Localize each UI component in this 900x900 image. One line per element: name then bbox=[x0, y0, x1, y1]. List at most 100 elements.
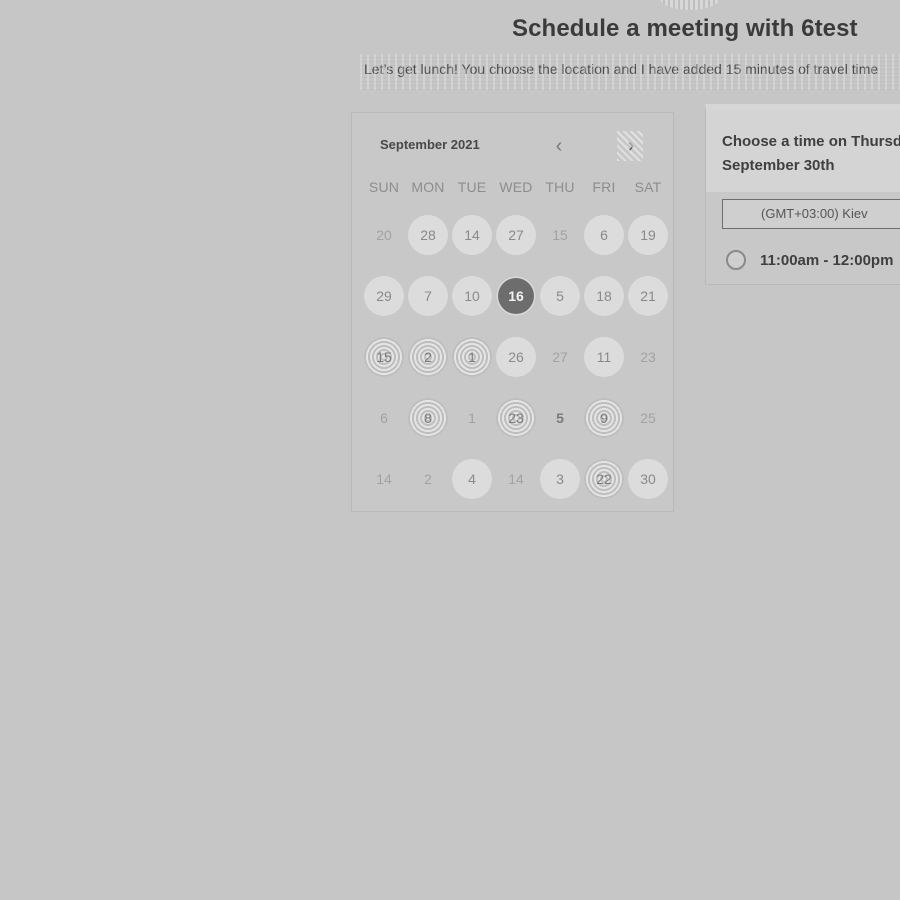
calendar-day-available[interactable]: 29 bbox=[362, 276, 406, 337]
calendar-day-number: 15 bbox=[552, 227, 568, 243]
calendar-day-available[interactable]: 19 bbox=[626, 215, 670, 276]
calendar-day-number[interactable]: 27 bbox=[496, 215, 536, 255]
time-panel-title: Choose a time on Thursday, September 30t… bbox=[722, 133, 900, 174]
calendar-week: 6 8 1 23 5 9 25 bbox=[362, 398, 672, 459]
calendar-week: 15 2 1 26 27 11 23 bbox=[362, 337, 672, 398]
timezone-select[interactable]: (GMT+03:00) Kiev bbox=[722, 199, 900, 229]
calendar-day: 23 bbox=[626, 337, 670, 398]
calendar-day-number[interactable]: 16 bbox=[496, 276, 536, 316]
calendar-day-number: 27 bbox=[552, 349, 568, 365]
weekday-label: WED bbox=[499, 179, 533, 195]
weekday-label: THU bbox=[545, 179, 575, 195]
calendar-day-number: 14 bbox=[376, 471, 392, 487]
calendar-day-available[interactable]: 4 bbox=[450, 459, 494, 520]
calendar-week: 20 28 14 27 15 6 19 bbox=[362, 215, 672, 276]
calendar-day-number[interactable]: 28 bbox=[408, 215, 448, 255]
calendar-day-number[interactable]: 1 bbox=[452, 337, 492, 377]
weekday-label: MON bbox=[411, 179, 445, 195]
calendar-day-number: 25 bbox=[640, 410, 656, 426]
calendar-day-grid: 20 28 14 27 15 6 19 29 7 10 16 5 18 21 1… bbox=[362, 215, 672, 520]
weekday-label: TUE bbox=[457, 179, 487, 195]
calendar-day-number: 20 bbox=[376, 227, 392, 243]
chevron-left-icon: ‹ bbox=[555, 135, 563, 157]
calendar-day-available[interactable]: 30 bbox=[626, 459, 670, 520]
calendar-month-label: September 2021 bbox=[380, 137, 480, 152]
calendar-day-selected[interactable]: 16 bbox=[494, 276, 538, 337]
calendar-day-number[interactable]: 21 bbox=[628, 276, 668, 316]
calendar-day: 1 bbox=[450, 398, 494, 459]
calendar-day-available[interactable]: 21 bbox=[626, 276, 670, 337]
calendar-day-number: 6 bbox=[380, 410, 388, 426]
time-slot-label: 11:00am - 12:00pm bbox=[760, 251, 894, 269]
previous-month-button[interactable]: ‹ bbox=[548, 135, 570, 159]
time-slot-option[interactable]: 11:00am - 12:00pm bbox=[726, 246, 893, 274]
calendar-day-number[interactable]: 29 bbox=[364, 276, 404, 316]
calendar-week: 14 2 4 14 3 22 30 bbox=[362, 459, 672, 520]
calendar-day-available[interactable]: 27 bbox=[494, 215, 538, 276]
calendar-day-available[interactable]: 10 bbox=[450, 276, 494, 337]
calendar-day: 25 bbox=[626, 398, 670, 459]
calendar-day-number: 5 bbox=[556, 410, 564, 426]
calendar-day-available[interactable]: 7 bbox=[406, 276, 450, 337]
calendar-day-available[interactable]: 14 bbox=[450, 215, 494, 276]
calendar-day: 14 bbox=[362, 459, 406, 520]
calendar-day: 15 bbox=[538, 215, 582, 276]
calendar-day-number[interactable]: 9 bbox=[584, 398, 624, 438]
calendar-day-number[interactable]: 15 bbox=[364, 337, 404, 377]
date-picker-calendar: September 2021 ‹ › SUN MON TUE WED THU F… bbox=[351, 112, 674, 512]
calendar-day-number[interactable]: 14 bbox=[452, 215, 492, 255]
weekday-label: SAT bbox=[634, 179, 662, 195]
page-title: Schedule a meeting with 6test bbox=[512, 15, 858, 42]
calendar-day-number[interactable]: 26 bbox=[496, 337, 536, 377]
calendar-day-available[interactable]: 18 bbox=[582, 276, 626, 337]
calendar-day-number[interactable]: 8 bbox=[408, 398, 448, 438]
calendar-day-number[interactable]: 2 bbox=[408, 337, 448, 377]
time-slot-panel: Choose a time on Thursday, September 30t… bbox=[705, 104, 900, 285]
scheduling-page: Schedule a meeting with 6test Let’s get … bbox=[0, 0, 900, 900]
avatar bbox=[660, 0, 720, 10]
calendar-day-available[interactable]: 22 bbox=[582, 459, 626, 520]
calendar-day-number: 23 bbox=[640, 349, 656, 365]
calendar-day-number[interactable]: 3 bbox=[540, 459, 580, 499]
calendar-day-available[interactable]: 5 bbox=[538, 276, 582, 337]
calendar-day-number[interactable]: 7 bbox=[408, 276, 448, 316]
calendar-day: 27 bbox=[538, 337, 582, 398]
calendar-week: 29 7 10 16 5 18 21 bbox=[362, 276, 672, 337]
calendar-day-number: 14 bbox=[508, 471, 524, 487]
calendar-day: 6 bbox=[362, 398, 406, 459]
calendar-day-number[interactable]: 11 bbox=[584, 337, 624, 377]
calendar-day-number[interactable]: 5 bbox=[540, 276, 580, 316]
weekday-header: SUN MON TUE WED THU FRI SAT bbox=[362, 179, 672, 195]
calendar-day: 14 bbox=[494, 459, 538, 520]
calendar-day-available[interactable]: 8 bbox=[406, 398, 450, 459]
calendar-day: 2 bbox=[406, 459, 450, 520]
calendar-day-number[interactable]: 10 bbox=[452, 276, 492, 316]
calendar-day-number[interactable]: 18 bbox=[584, 276, 624, 316]
radio-button[interactable] bbox=[726, 250, 746, 270]
calendar-day-number: 2 bbox=[424, 471, 432, 487]
calendar-day-available[interactable]: 1 bbox=[450, 337, 494, 398]
calendar-day-number[interactable]: 23 bbox=[496, 398, 536, 438]
calendar-day-available[interactable]: 3 bbox=[538, 459, 582, 520]
next-month-button[interactable]: › bbox=[617, 131, 643, 161]
calendar-day-number[interactable]: 19 bbox=[628, 215, 668, 255]
calendar-day-available[interactable]: 9 bbox=[582, 398, 626, 459]
chevron-right-icon: › bbox=[627, 135, 635, 157]
calendar-day-available[interactable]: 28 bbox=[406, 215, 450, 276]
calendar-day-number: 1 bbox=[468, 410, 476, 426]
calendar-day-number[interactable]: 6 bbox=[584, 215, 624, 255]
calendar-day-number[interactable]: 22 bbox=[584, 459, 624, 499]
calendar-day-available[interactable]: 23 bbox=[494, 398, 538, 459]
calendar-day-available[interactable]: 15 bbox=[362, 337, 406, 398]
calendar-day-available[interactable]: 2 bbox=[406, 337, 450, 398]
page-subtitle: Let’s get lunch! You choose the location… bbox=[364, 61, 879, 77]
calendar-day: 20 bbox=[362, 215, 406, 276]
calendar-day: 5 bbox=[538, 398, 582, 459]
calendar-day-available[interactable]: 6 bbox=[582, 215, 626, 276]
calendar-day-available[interactable]: 26 bbox=[494, 337, 538, 398]
calendar-day-number[interactable]: 4 bbox=[452, 459, 492, 499]
weekday-label: SUN bbox=[368, 179, 400, 195]
calendar-day-number[interactable]: 30 bbox=[628, 459, 668, 499]
weekday-label: FRI bbox=[592, 179, 616, 195]
calendar-day-available[interactable]: 11 bbox=[582, 337, 626, 398]
